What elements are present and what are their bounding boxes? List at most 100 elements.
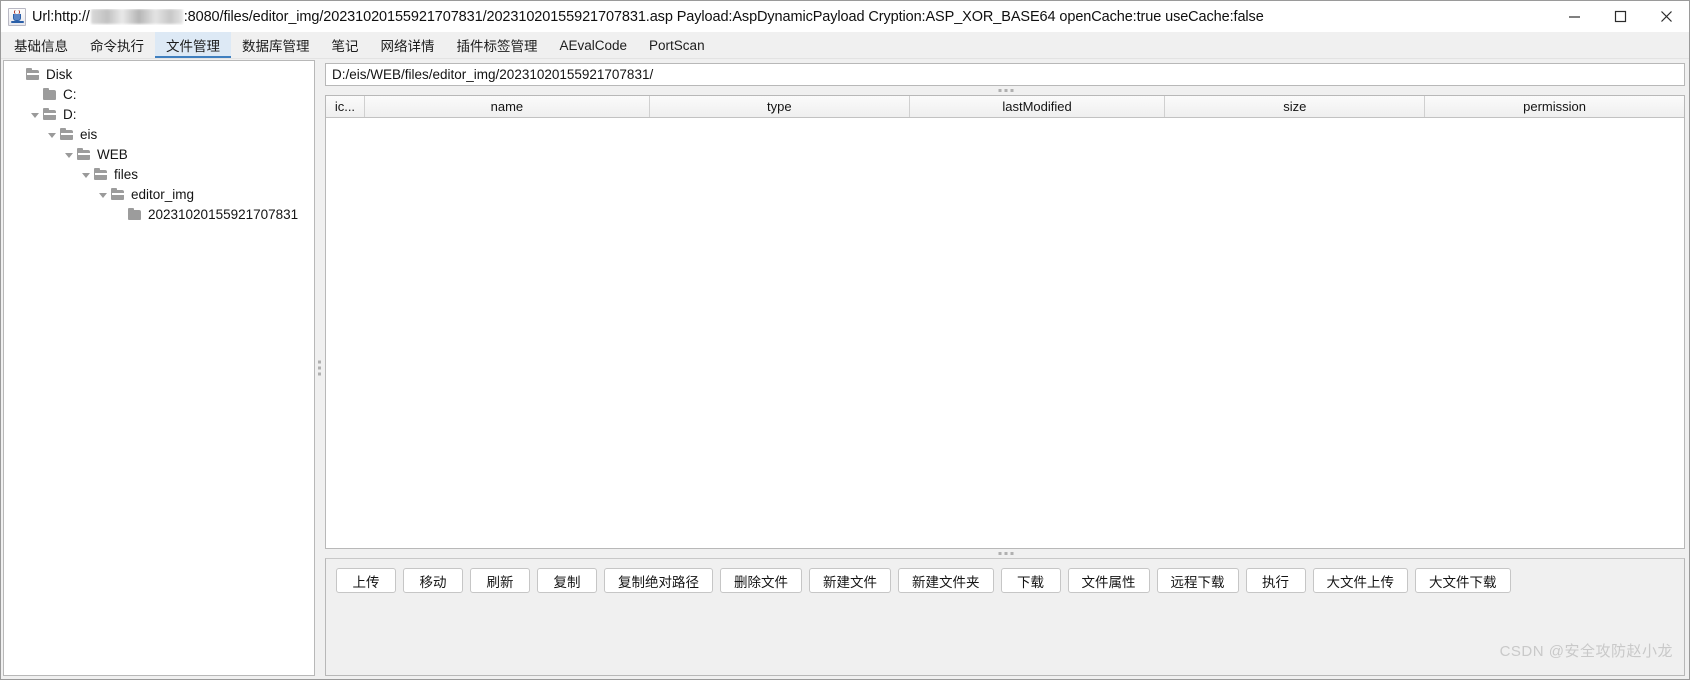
action-button-label: 大文件下载 (1429, 574, 1497, 590)
close-button[interactable] (1643, 1, 1689, 32)
action-button-4[interactable]: 复制绝对路径 (604, 568, 713, 593)
tab-6[interactable]: 插件标签管理 (446, 32, 549, 58)
tree-node[interactable]: editor_img (4, 185, 314, 205)
column-header-label: lastModified (1002, 99, 1072, 114)
tab-label: 命令执行 (90, 39, 144, 54)
tab-label: 基础信息 (14, 39, 68, 54)
tab-2[interactable]: 文件管理 (155, 32, 231, 58)
column-header-label: size (1283, 99, 1307, 114)
action-button-10[interactable]: 远程下载 (1156, 568, 1239, 593)
action-button-label: 文件属性 (1081, 574, 1136, 590)
splitter-grip-icon (318, 360, 321, 376)
tree-node-label: 20231020155921707831 (148, 207, 299, 222)
tab-8[interactable]: PortScan (638, 32, 716, 58)
folder-open-icon (93, 167, 110, 182)
tab-0[interactable]: 基础信息 (3, 32, 79, 58)
column-header-label: permission (1523, 99, 1586, 114)
column-header-label: name (490, 99, 524, 114)
tab-4[interactable]: 笔记 (321, 32, 370, 58)
action-button-12[interactable]: 大文件上传 (1312, 568, 1408, 593)
chevron-down-icon[interactable] (78, 172, 93, 178)
main-tab-bar: 基础信息 命令执行 文件管理 数据库管理 笔记 网络详情 插件标签管理 AEvalCode Po… (1, 32, 1689, 59)
disk-tree-panel: Disk C: D: eis WEB files editor_img 20231020155… (3, 60, 315, 676)
tree-node[interactable]: Disk (4, 65, 314, 85)
column-header[interactable]: name (364, 96, 650, 117)
window-title-prefix: Url:http:// (32, 8, 90, 25)
maximize-icon (1614, 10, 1626, 23)
action-button-7[interactable]: 新建文件夹 (898, 568, 994, 593)
path-table-splitter[interactable] (324, 86, 1687, 95)
action-button-5[interactable]: 删除文件 (720, 568, 802, 593)
action-button-3[interactable]: 复制 (537, 568, 597, 593)
tree-node-label: editor_img (131, 187, 195, 202)
tree-node[interactable]: C: (4, 85, 314, 105)
tab-5[interactable]: 网络详情 (370, 32, 446, 58)
action-button-11[interactable]: 执行 (1245, 568, 1306, 593)
action-button-13[interactable]: 大文件下载 (1415, 568, 1511, 593)
tree-node-label: Disk (46, 67, 73, 82)
chevron-down-icon[interactable] (44, 132, 59, 138)
action-button-1[interactable]: 移动 (403, 568, 463, 593)
file-table: ic... name type lastModified size permission (325, 95, 1685, 549)
tab-label: 文件管理 (166, 39, 220, 54)
action-button-label: 复制 (553, 574, 581, 590)
action-button-6[interactable]: 新建文件 (809, 568, 891, 593)
minimize-button[interactable] (1551, 1, 1597, 32)
chevron-down-icon[interactable] (61, 152, 76, 158)
action-button-0[interactable]: 上传 (336, 568, 396, 593)
application-window: Url:http:// :8080/files/editor_img/20231… (0, 0, 1690, 680)
path-bar-container: D:/eis/WEB/files/editor_img/202310201559… (324, 60, 1687, 86)
action-button-label: 新建文件夹 (912, 574, 980, 590)
folder-closed-icon (42, 87, 59, 102)
tree-node-label: eis (80, 127, 98, 142)
minimize-icon (1568, 16, 1580, 18)
tab-7[interactable]: AEvalCode (549, 32, 639, 58)
action-button-label: 大文件上传 (1326, 574, 1395, 590)
tree-node[interactable]: 20231020155921707831 (4, 205, 314, 225)
tree-node[interactable]: D: (4, 105, 314, 125)
column-header[interactable]: size (1165, 96, 1426, 117)
window-title-suffix: :8080/files/editor_img/20231020155921707… (183, 8, 1264, 25)
table-actions-splitter[interactable] (324, 549, 1687, 558)
folder-closed-icon (127, 207, 144, 222)
splitter-grip-icon (998, 89, 1013, 92)
action-button-2[interactable]: 刷新 (470, 568, 530, 593)
tab-3[interactable]: 数据库管理 (231, 32, 321, 58)
column-header[interactable]: lastModified (909, 96, 1166, 117)
column-header[interactable]: type (649, 96, 910, 117)
tree-node-label: D: (63, 107, 77, 122)
disk-tree: Disk C: D: eis WEB files editor_img 20231020155… (4, 61, 314, 225)
tree-node[interactable]: WEB (4, 145, 314, 165)
action-button-label: 复制绝对路径 (618, 574, 699, 590)
folder-open-icon (25, 67, 42, 82)
close-icon (1660, 11, 1672, 22)
tab-label: PortScan (649, 37, 705, 53)
main-body: Disk C: D: eis WEB files editor_img 20231020155… (1, 59, 1689, 679)
file-actions-row: 上传 移动 刷新 复制 复制绝对路径 删除文件 新建文件 新建文件夹 下载 文件属性 远程下载 执行 大… (336, 568, 1676, 593)
column-header[interactable]: ic... (326, 96, 365, 117)
folder-open-icon (42, 107, 59, 122)
action-button-label: 刷新 (486, 574, 514, 590)
file-manager-panel: D:/eis/WEB/files/editor_img/202310201559… (324, 60, 1687, 676)
action-button-9[interactable]: 文件属性 (1067, 568, 1150, 593)
tree-node[interactable]: files (4, 165, 314, 185)
chevron-down-icon[interactable] (27, 112, 42, 118)
action-button-label: 删除文件 (734, 574, 788, 590)
column-header[interactable]: permission (1425, 96, 1684, 117)
tab-label: 数据库管理 (242, 39, 310, 54)
action-button-label: 上传 (352, 574, 380, 590)
tab-1[interactable]: 命令执行 (79, 32, 155, 58)
vertical-splitter[interactable] (315, 60, 324, 676)
folder-open-icon (59, 127, 76, 142)
action-button-8[interactable]: 下载 (1000, 568, 1061, 593)
java-app-icon (8, 7, 26, 26)
tree-node-label: files (114, 167, 139, 182)
chevron-down-icon[interactable] (95, 192, 110, 198)
tree-node[interactable]: eis (4, 125, 314, 145)
path-input[interactable]: D:/eis/WEB/files/editor_img/202310201559… (325, 63, 1685, 86)
action-button-label: 移动 (419, 574, 447, 590)
file-table-body[interactable] (326, 118, 1684, 548)
action-button-label: 下载 (1017, 574, 1044, 590)
maximize-button[interactable] (1597, 1, 1643, 32)
action-button-label: 远程下载 (1170, 574, 1225, 590)
